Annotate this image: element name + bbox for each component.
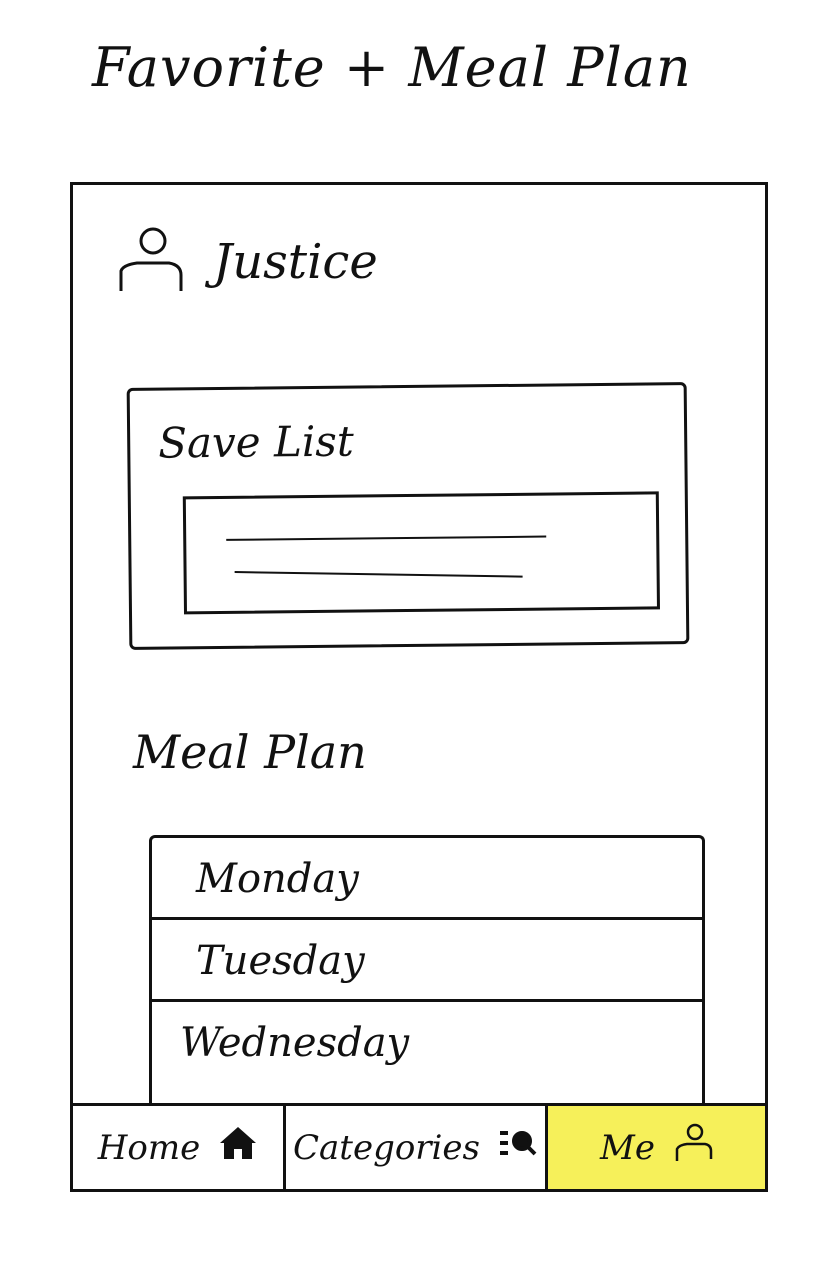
nav-me-label: Me (600, 1127, 655, 1168)
nav-categories-label: Categories (293, 1127, 480, 1168)
saved-recipe-item[interactable] (182, 491, 660, 615)
save-list-title: Save List (157, 416, 354, 468)
nav-home-label: Home (97, 1127, 201, 1168)
user-name: Justice (213, 234, 378, 290)
nav-me[interactable]: Me (548, 1106, 765, 1189)
nav-categories[interactable]: Categories (286, 1106, 548, 1189)
day-wednesday[interactable]: Wednesday (152, 1002, 702, 1084)
user-icon (113, 225, 189, 299)
placeholder-line (226, 535, 547, 541)
search-list-icon (498, 1123, 538, 1172)
home-icon (218, 1123, 258, 1172)
meal-plan-title: Meal Plan (133, 725, 367, 779)
save-list-card: Save List (126, 382, 690, 650)
bottom-nav: Home Categories Me (73, 1103, 765, 1189)
day-monday[interactable]: Monday (152, 838, 702, 920)
page-title: Favorite + Meal Plan (92, 36, 692, 99)
user-icon (673, 1123, 713, 1172)
meal-plan-list: Monday Tuesday Wednesday (149, 835, 705, 1105)
day-tuesday[interactable]: Tuesday (152, 920, 702, 1002)
profile-header: Justice (113, 225, 378, 299)
phone-frame: Justice Save List Meal Plan Monday Tuesd… (70, 182, 768, 1192)
placeholder-line (234, 571, 523, 578)
nav-home[interactable]: Home (73, 1106, 286, 1189)
